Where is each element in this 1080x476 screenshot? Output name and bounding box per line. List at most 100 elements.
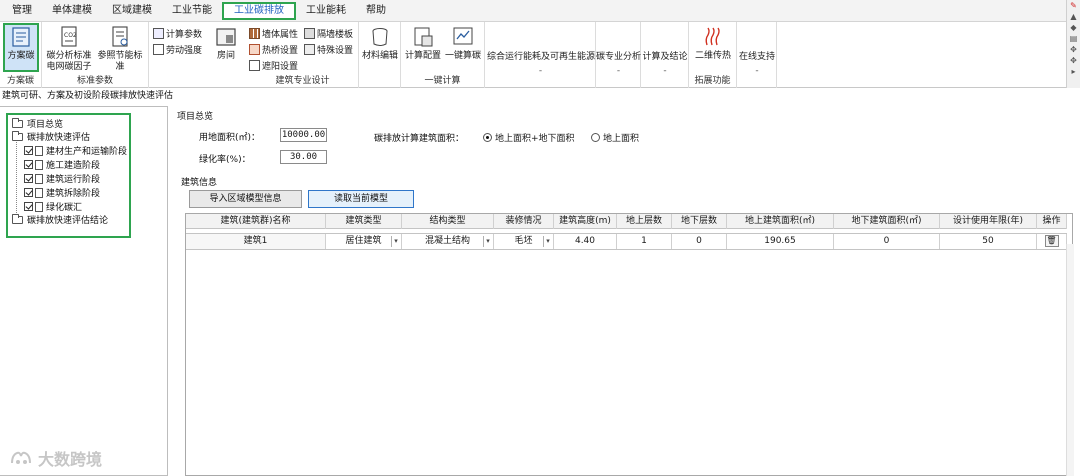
carbon-standard-button[interactable]: CO2 碳分析标准 电网碳因子: [45, 25, 93, 73]
carbon-analysis-label: 碳专业分析: [596, 52, 642, 62]
tree-label: 碳排放快速评估结论: [27, 216, 109, 226]
heat-bridge-button[interactable]: 热桥设置: [249, 43, 298, 56]
cell-area-below[interactable]: 0: [834, 234, 940, 249]
arrow-up-icon[interactable]: ▲: [1067, 11, 1080, 22]
cell-building-type[interactable]: 居住建筑 ▾: [326, 234, 402, 249]
col-structure-type: 结构类型: [402, 214, 494, 229]
labor-intensity-button[interactable]: 劳动强度: [153, 43, 202, 56]
shading-icon: [249, 60, 260, 71]
tree-item-construction[interactable]: 施工建造阶段: [24, 158, 100, 171]
special-setting-button[interactable]: 特殊设置: [304, 43, 353, 56]
wall-attr-button[interactable]: 墙体属性: [249, 27, 298, 40]
fangan-button[interactable]: 方案碳: [5, 25, 37, 62]
radio-above-and-below[interactable]: 地上面积+地下面积: [483, 131, 575, 144]
partition-button[interactable]: 隔墙楼板: [304, 27, 353, 40]
chevron-down-icon[interactable]: ▾: [391, 236, 400, 247]
checkbox-checked[interactable]: [24, 174, 33, 183]
menu-industrial-energy[interactable]: 工业节能: [162, 2, 222, 20]
room-button[interactable]: 房间: [211, 25, 241, 62]
checkbox-checked[interactable]: [24, 146, 33, 155]
pan-icon[interactable]: ✥: [1067, 55, 1080, 66]
trash-icon[interactable]: 🗑: [1044, 235, 1059, 247]
scheme-carbon-icon: [12, 27, 30, 47]
shape-icon[interactable]: ◆: [1067, 22, 1080, 33]
cell-floors-above[interactable]: 1: [617, 234, 672, 249]
material-edit-button[interactable]: 材料编辑: [361, 25, 399, 62]
right-tool-strip: ✎ ▲ ◆ ▤ ✥ ✥ ▸: [1066, 0, 1080, 88]
carbon-standard-label: 碳分析标准 电网碳因子: [46, 51, 92, 72]
carbon-analysis-dropdown[interactable]: -: [596, 66, 641, 76]
table-scrollbar[interactable]: [1066, 244, 1074, 476]
carbon-analysis-button[interactable]: 碳专业分析: [596, 52, 641, 63]
standard-group-label: 标准参数: [76, 76, 113, 86]
group-integrated: 综合运行能耗及可再生能源 -: [485, 22, 596, 88]
menu-help[interactable]: 帮助: [356, 2, 396, 20]
tree-label: 碳排放快速评估: [27, 133, 91, 143]
menu-industrial-consumption[interactable]: 工业能耗: [296, 2, 356, 20]
cell-structure-type[interactable]: 混凝土结构 ▾: [402, 234, 494, 249]
layer-icon[interactable]: ▤: [1067, 33, 1080, 44]
document-icon: [35, 159, 43, 170]
reference-standard-button[interactable]: 参照节能标准: [94, 25, 146, 73]
integrated-energy-button[interactable]: 综合运行能耗及可再生能源: [487, 52, 595, 63]
checkbox-checked[interactable]: [24, 202, 33, 211]
two-d-heat-button[interactable]: 二维传热: [691, 25, 735, 62]
one-click-calc-icon: [453, 27, 473, 45]
integrated-energy-dropdown[interactable]: -: [485, 66, 596, 76]
chevron-down-icon[interactable]: ▾: [483, 236, 492, 247]
menu-industrial-carbon[interactable]: 工业碳排放: [222, 1, 296, 20]
calc-config-button[interactable]: 计算配置: [404, 25, 442, 62]
move-icon[interactable]: ✥: [1067, 44, 1080, 55]
calc-conclusion-button[interactable]: 计算及结论: [641, 52, 689, 63]
table-row[interactable]: 建筑1 居住建筑 ▾ 混凝土结构 ▾ 毛坯 ▾ 4.40 1 0 190.65 …: [186, 233, 1067, 250]
cell-design-life[interactable]: 50: [940, 234, 1037, 249]
online-support-label: 在线支持: [738, 52, 775, 62]
cell-floors-below[interactable]: 0: [672, 234, 727, 249]
col-floors-below: 地下层数: [672, 214, 727, 229]
pencil-icon[interactable]: ✎: [1067, 0, 1080, 11]
online-support-button[interactable]: 在线支持: [737, 52, 777, 63]
land-area-input[interactable]: 10000.00: [280, 128, 327, 142]
chevron-down-icon[interactable]: ▾: [543, 236, 552, 247]
import-area-model-button[interactable]: 导入区域模型信息: [189, 190, 302, 208]
tree-item-demolition[interactable]: 建筑拆除阶段: [24, 186, 100, 199]
document-icon: [35, 201, 43, 212]
green-rate-input[interactable]: 30.00: [280, 150, 327, 164]
tree-item-materials[interactable]: 建材生产和运输阶段: [24, 144, 127, 157]
group-material: 材料编辑: [359, 22, 401, 88]
calc-conclusion-dropdown[interactable]: -: [641, 66, 689, 76]
one-click-carbon-button[interactable]: 一键算碳: [444, 25, 482, 62]
online-support-dropdown[interactable]: -: [737, 66, 777, 76]
calc-params-button[interactable]: 计算参数: [153, 27, 202, 40]
radio-above-only[interactable]: 地上面积: [591, 131, 639, 144]
group-carbon-analysis: 碳专业分析 -: [596, 22, 641, 88]
material-bucket-icon: [372, 28, 388, 46]
heat-bridge-label: 热桥设置: [262, 46, 299, 56]
overview-section-title: 项目总览: [177, 112, 214, 122]
cell-name[interactable]: 建筑1: [186, 234, 326, 249]
checkbox-checked[interactable]: [24, 188, 33, 197]
cell-decoration[interactable]: 毛坯 ▾: [494, 234, 554, 249]
tree-label: 项目总览: [27, 120, 64, 130]
land-area-label: 用地面积(㎡)：: [199, 133, 261, 143]
shading-button[interactable]: 遮阳设置: [249, 59, 298, 72]
cell-area-above[interactable]: 190.65: [727, 234, 834, 249]
col-area-above: 地上建筑面积(㎡): [727, 214, 834, 229]
room-label: 房间: [216, 51, 235, 61]
tree-label: 建材生产和运输阶段: [46, 147, 128, 157]
tree-item-green-sink[interactable]: 绿化碳汇: [24, 200, 82, 213]
menu-single-model[interactable]: 单体建模: [42, 2, 102, 20]
tree-item-conclusion[interactable]: 碳排放快速评估结论: [12, 213, 108, 226]
group-standard: CO2 碳分析标准 电网碳因子 参照节能标准 标准参数: [42, 22, 149, 88]
cell-height[interactable]: 4.40: [554, 234, 617, 249]
expand-icon[interactable]: ▸: [1067, 66, 1080, 77]
table-header: 建筑(建筑群)名称 建筑类型 结构类型 装修情况 建筑高度(m) 地上层数 地下…: [186, 214, 1067, 229]
tree-item-carbon-eval[interactable]: 碳排放快速评估: [12, 130, 90, 143]
checkbox-checked[interactable]: [24, 160, 33, 169]
tree-item-operation[interactable]: 建筑运行阶段: [24, 172, 100, 185]
extension-group-label: 拓展功能: [694, 76, 731, 86]
menu-manage[interactable]: 管理: [2, 2, 42, 20]
menu-area-model[interactable]: 区域建模: [102, 2, 162, 20]
read-current-model-button[interactable]: 读取当前模型: [308, 190, 414, 208]
tree-item-project-overview[interactable]: 项目总览: [12, 117, 63, 130]
